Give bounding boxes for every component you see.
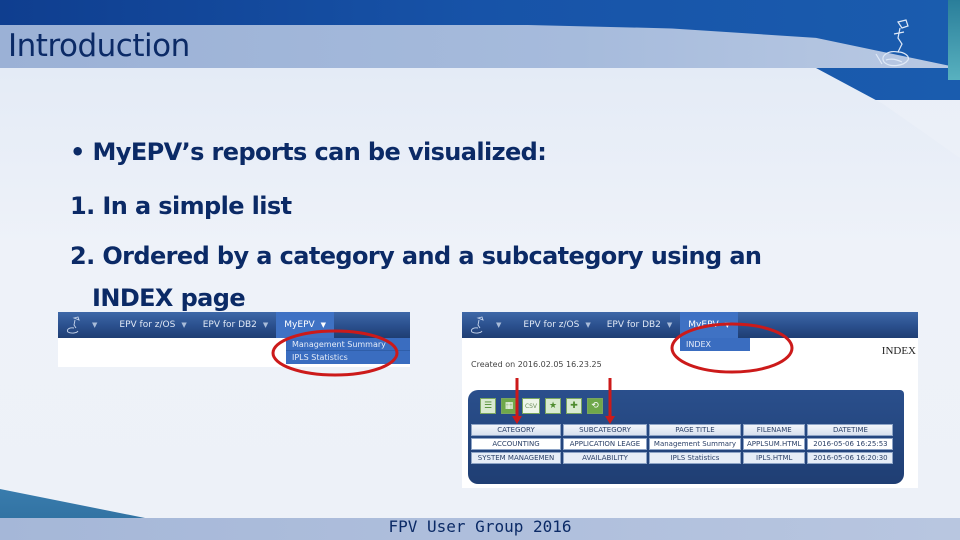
caret-down-icon: ▼ [585, 321, 591, 329]
myepv-dropdown: Management Summary IPLS Statistics [286, 338, 410, 364]
menu-item-management-summary[interactable]: Management Summary [286, 338, 410, 351]
nav-label: EPV for z/OS [119, 320, 176, 330]
cell-subcategory: AVAILABILITY [563, 452, 647, 464]
logo-icon [875, 19, 909, 67]
column-header-page-title[interactable]: PAGE TITLE [649, 424, 741, 436]
toolbar: ☰ ▦ CSV ★ ✚ ⟲ [480, 398, 603, 414]
footer-text: FPV User Group 2016 [388, 517, 572, 536]
nav-label: EPV for z/OS [523, 320, 580, 330]
nav-bar: ▼ EPV for z/OS ▼ EPV for DB2 ▼ MyEPV ▼ [58, 312, 410, 338]
nav-epv-db2[interactable]: EPV for DB2 ▼ [599, 312, 681, 338]
nav-myepv[interactable]: MyEPV ▼ [680, 312, 739, 338]
list-icon[interactable]: ☰ [480, 398, 496, 414]
table-row: SYSTEM MANAGEMEN AVAILABILITY IPLS Stati… [471, 452, 894, 464]
cell-datetime: 2016-05-06 16:25:53 [807, 438, 894, 450]
column-header-subcategory[interactable]: SUBCATEGORY [563, 424, 647, 436]
nav-label: MyEPV [688, 320, 719, 330]
caret-down-icon: ▼ [92, 321, 98, 329]
cell-filename[interactable]: IPLS.HTML [743, 452, 806, 464]
nav-label: EPV for DB2 [202, 320, 257, 330]
nav-label: MyEPV [284, 320, 315, 330]
star-icon[interactable]: ★ [545, 398, 561, 414]
cell-filename[interactable]: APPLSUM.HTML [743, 438, 806, 450]
column-header-category[interactable]: CATEGORY [471, 424, 561, 436]
nav-myepv[interactable]: MyEPV ▼ [276, 312, 335, 338]
caret-down-icon: ▼ [666, 321, 673, 329]
bullet-item-2-continued: INDEX page [92, 284, 246, 312]
nav-epv-db2[interactable]: EPV for DB2 ▼ [195, 312, 277, 338]
myepv-dropdown: INDEX [680, 338, 750, 351]
nav-epv-zos[interactable]: EPV for z/OS ▼ [111, 312, 194, 338]
menu-item-index[interactable]: INDEX [680, 338, 750, 351]
column-header-datetime[interactable]: DATETIME [807, 424, 894, 436]
caret-down-icon: ▼ [320, 321, 327, 329]
created-timestamp: Created on 2016.02.05 16.23.25 [471, 360, 602, 369]
cell-page-title[interactable]: Management Summary [649, 438, 741, 450]
caret-down-icon: ▼ [181, 321, 187, 329]
slide-title: Introduction [8, 28, 190, 64]
caret-down-icon: ▼ [262, 321, 269, 329]
nav-bar: ▼ EPV for z/OS ▼ EPV for DB2 ▼ MyEPV ▼ [462, 312, 918, 338]
bullet-intro: • MyEPV’s reports can be visualized: [70, 138, 547, 166]
csv-icon[interactable]: CSV [522, 398, 540, 414]
screenshot-index-page: ▼ EPV for z/OS ▼ EPV for DB2 ▼ MyEPV ▼ INDE… [462, 312, 918, 488]
nav-epv-zos[interactable]: EPV for z/OS ▼ [515, 312, 598, 338]
bullet-item-2: 2. Ordered by a category and a subcatego… [70, 242, 762, 270]
cell-category: SYSTEM MANAGEMEN [471, 452, 561, 464]
page-title: INDEX [881, 345, 916, 357]
cell-subcategory: APPLICATION LEAGE [563, 438, 647, 450]
caret-down-icon: ▼ [496, 321, 502, 329]
screenshot-simple-list: ▼ EPV for z/OS ▼ EPV for DB2 ▼ MyEPV ▼ Mana… [58, 312, 410, 367]
excel-icon[interactable]: ▦ [501, 398, 517, 414]
nav-label: EPV for DB2 [606, 320, 661, 330]
column-header-filename[interactable]: FILENAME [743, 424, 806, 436]
epv-logo-icon[interactable] [466, 315, 488, 335]
epv-logo-icon[interactable] [62, 315, 84, 335]
logo-menu[interactable]: ▼ [488, 312, 515, 338]
decorative-edge [948, 0, 960, 80]
logo-menu[interactable]: ▼ [84, 312, 111, 338]
index-table: CATEGORY SUBCATEGORY PAGE TITLE FILENAME… [469, 422, 895, 466]
table-header-row: CATEGORY SUBCATEGORY PAGE TITLE FILENAME… [471, 424, 894, 436]
refresh-icon[interactable]: ⟲ [587, 398, 603, 414]
caret-down-icon: ▼ [724, 321, 731, 329]
bullet-item-1: 1. In a simple list [70, 192, 292, 220]
cell-datetime: 2016-05-06 16:20:30 [807, 452, 894, 464]
cell-category: ACCOUNTING [471, 438, 561, 450]
add-page-icon[interactable]: ✚ [566, 398, 582, 414]
menu-item-ipls-statistics[interactable]: IPLS Statistics [286, 351, 410, 364]
cell-page-title[interactable]: IPLS Statistics [649, 452, 741, 464]
table-row: ACCOUNTING APPLICATION LEAGE Management … [471, 438, 894, 450]
